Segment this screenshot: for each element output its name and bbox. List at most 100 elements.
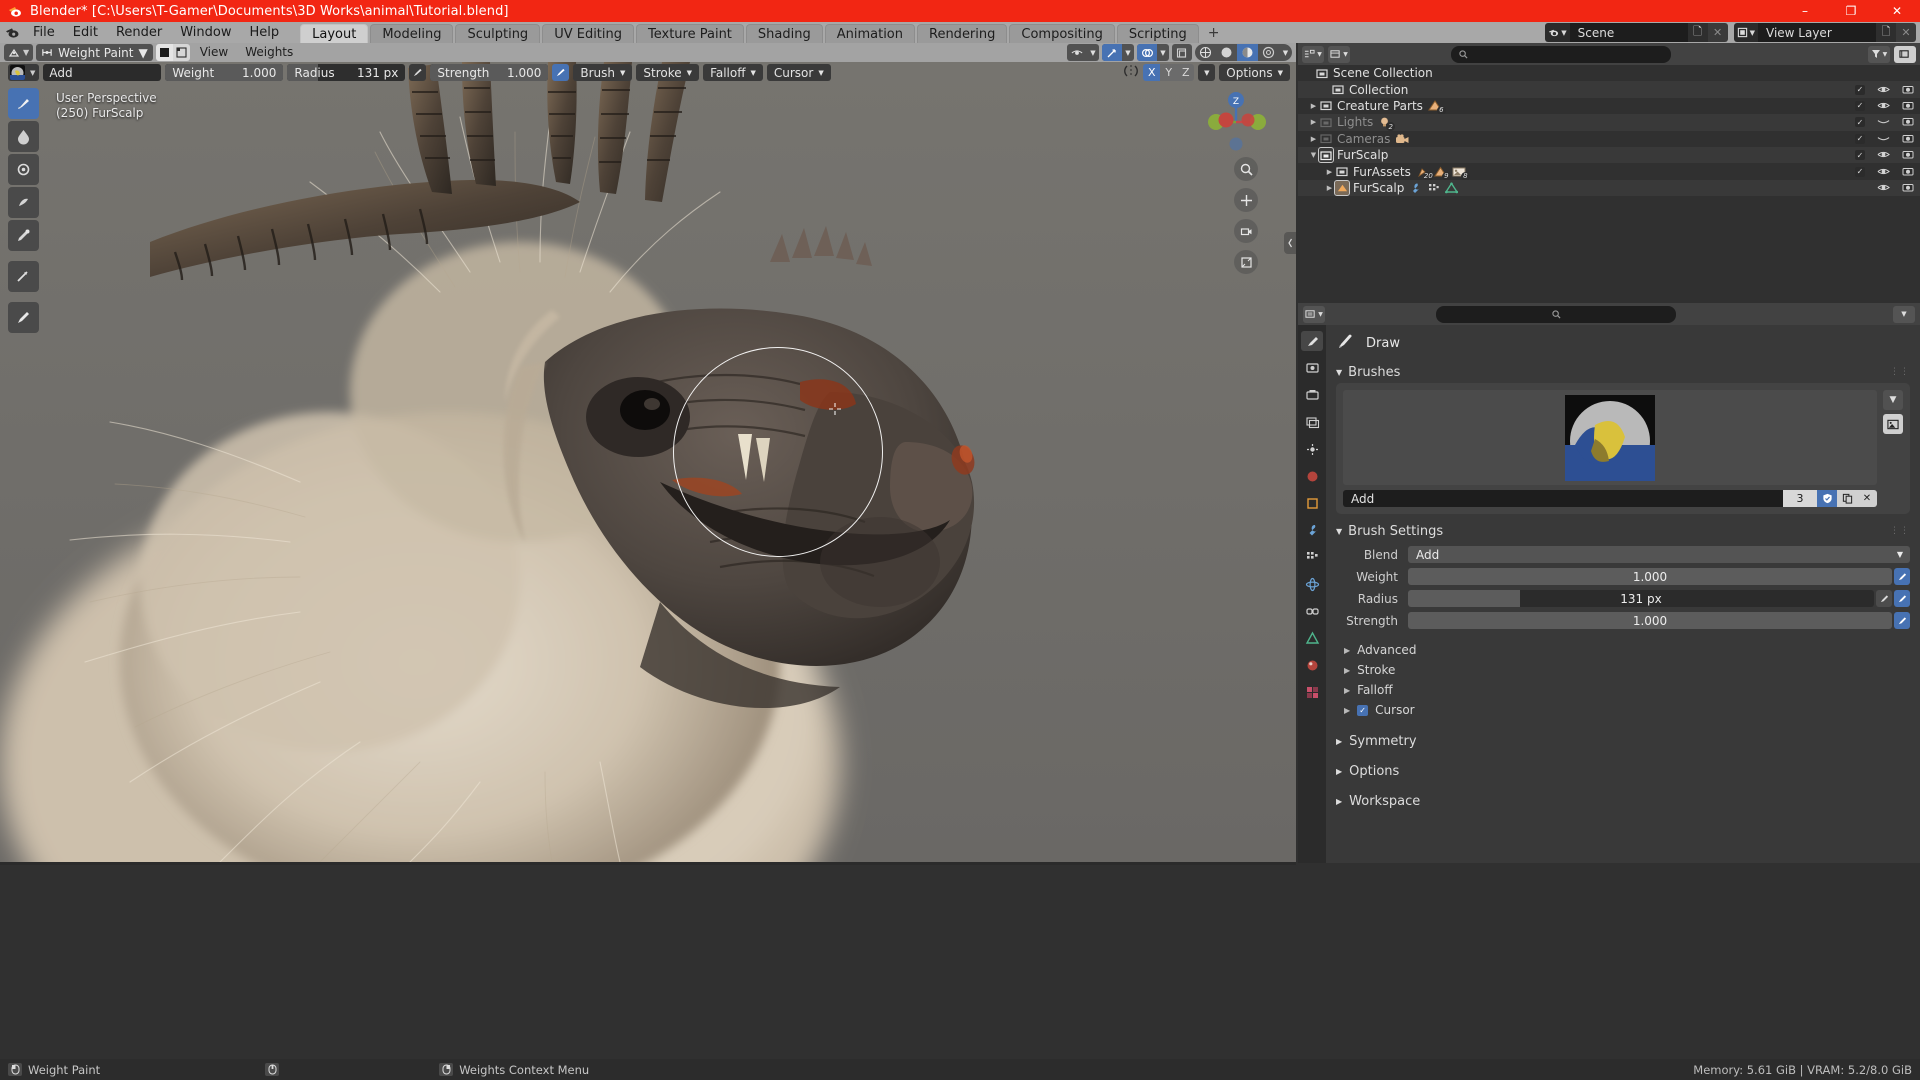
viewport-menu-weights[interactable]: Weights [238, 44, 300, 61]
symmetry-axis-z[interactable]: Z [1177, 64, 1195, 81]
disable-in-renders-icon[interactable] [1902, 132, 1914, 146]
exclude-checkbox[interactable]: ✓ [1855, 133, 1865, 144]
hide-in-viewport-icon[interactable] [1877, 99, 1890, 113]
menu-file[interactable]: File [24, 23, 64, 43]
tab-texture[interactable] [1301, 682, 1323, 702]
tab-world[interactable] [1301, 466, 1323, 486]
outliner-row-furscalp-collection[interactable]: ▼ FurScalp ✓ [1298, 146, 1920, 164]
shield-icon[interactable] [1817, 490, 1837, 507]
minimize-button[interactable]: – [1782, 0, 1828, 22]
disable-in-renders-icon[interactable] [1902, 165, 1914, 179]
tab-modeling[interactable]: Modeling [370, 24, 454, 43]
disclosure-triangle[interactable]: ▶ [1324, 184, 1335, 192]
tab-tool[interactable] [1301, 331, 1323, 351]
image-icon[interactable] [1883, 414, 1903, 434]
disclosure-triangle[interactable]: ▶ [1308, 118, 1319, 126]
hide-in-viewport-icon[interactable] [1877, 132, 1890, 146]
pan-icon[interactable] [1234, 188, 1258, 212]
panel-drag-handle[interactable]: ⋮⋮ [1890, 526, 1910, 536]
tab-scripting[interactable]: Scripting [1116, 24, 1199, 43]
new-scene-icon[interactable]: 🗋 [1687, 23, 1708, 42]
outliner-search-input[interactable] [1450, 45, 1671, 63]
close-button[interactable]: ✕ [1874, 0, 1920, 22]
unlink-scene-icon[interactable]: ✕ [1707, 23, 1728, 42]
3d-viewport[interactable]: User Perspective (250) FurScalp Z [0, 62, 1296, 862]
gradient-tool-button[interactable] [8, 261, 39, 292]
tab-view-layer[interactable] [1301, 412, 1323, 432]
weight-pressure-icon[interactable] [1894, 568, 1910, 585]
hide-in-viewport-icon[interactable] [1877, 181, 1890, 195]
properties-options-icon[interactable]: ▼ [1893, 305, 1915, 323]
cursor-menu[interactable]: Cursor ▼ [766, 64, 831, 81]
disclosure-triangle[interactable]: ▶ [1324, 168, 1335, 176]
tab-material[interactable] [1301, 655, 1323, 675]
blender-menu-icon[interactable] [0, 23, 24, 43]
remove-viewlayer-icon[interactable]: ✕ [1896, 23, 1916, 42]
tab-physics[interactable] [1301, 574, 1323, 594]
tab-constraint[interactable] [1301, 601, 1323, 621]
annotate-tool-button[interactable] [8, 302, 39, 333]
add-workspace-button[interactable]: + [1201, 24, 1227, 43]
hide-in-viewport-icon[interactable] [1877, 148, 1890, 162]
brush-name-field[interactable]: Add [1343, 490, 1783, 507]
brush-menu[interactable]: Brush ▼ [573, 64, 633, 81]
brush-name-field[interactable]: Add [43, 64, 162, 81]
draw-tool-button[interactable] [8, 88, 39, 119]
disclosure-triangle[interactable]: ▶ [1308, 135, 1319, 143]
zoom-icon[interactable] [1234, 157, 1258, 181]
blend-dropdown[interactable]: Add ▼ [1408, 546, 1910, 563]
outliner-row-scene-collection[interactable]: Scene Collection [1298, 65, 1920, 81]
outliner-row-lights[interactable]: ▶ Lights 2 ✓ [1298, 114, 1920, 132]
camera-icon[interactable] [1234, 219, 1258, 243]
strength-pressure-icon[interactable] [1894, 612, 1910, 629]
radius-slider[interactable]: 131 px [1408, 590, 1874, 607]
falloff-menu[interactable]: Falloff ▼ [703, 64, 763, 81]
weight-slider[interactable]: 1.000 [1408, 568, 1892, 585]
tab-shading[interactable]: Shading [745, 24, 823, 43]
properties-search-input[interactable] [1436, 305, 1676, 323]
sidebar-toggle[interactable] [1284, 232, 1296, 254]
outliner-row-creature-parts[interactable]: ▶ Creature Parts 6 ✓ [1298, 98, 1920, 115]
outliner-row-furassets[interactable]: ▶ FurAssets 20 9 8 ✓ [1298, 163, 1920, 181]
editor-type-selector[interactable]: ▼ [4, 44, 34, 61]
symmetry-icon[interactable] [1123, 64, 1139, 82]
tab-animation[interactable]: Animation [824, 24, 915, 43]
cursor-subpanel[interactable]: ▶ ✓ Cursor [1344, 700, 1910, 720]
view-layer-name-field[interactable]: View Layer [1758, 23, 1876, 42]
symmetry-dropdown-icon[interactable]: ▼ [1198, 64, 1216, 81]
average-tool-button[interactable] [8, 154, 39, 185]
tab-sculpting[interactable]: Sculpting [455, 24, 541, 43]
disclosure-triangle[interactable]: ▶ [1308, 102, 1319, 110]
options-panel-header[interactable]: ▶ Options [1336, 760, 1910, 782]
disable-in-renders-icon[interactable] [1902, 99, 1914, 113]
tab-particles[interactable] [1301, 547, 1323, 567]
menu-render[interactable]: Render [107, 23, 171, 43]
xray-icon[interactable] [1172, 44, 1192, 61]
exclude-checkbox[interactable]: ✓ [1855, 117, 1865, 128]
menu-window[interactable]: Window [171, 23, 240, 43]
weight-slider[interactable]: Weight 1.000 [165, 64, 284, 81]
shading-rendered-icon[interactable] [1258, 44, 1279, 61]
hide-in-viewport-icon[interactable] [1877, 115, 1890, 129]
new-viewlayer-icon[interactable]: 🗋 [1876, 23, 1896, 42]
tab-scene[interactable] [1301, 439, 1323, 459]
shading-dropdown-icon[interactable]: ▼ [1279, 44, 1292, 61]
symmetry-axis-y[interactable]: Y [1160, 64, 1178, 81]
paint-mask-vertex-icon[interactable] [155, 44, 173, 61]
workspace-panel-header[interactable]: ▶ Workspace [1336, 790, 1910, 812]
x-icon[interactable]: ✕ [1857, 490, 1877, 507]
outliner-row-furscalp-object[interactable]: ▶ FurScalp [1298, 179, 1920, 197]
outliner-display-mode-icon[interactable]: ▼ [1328, 45, 1350, 63]
viewport-menu-view[interactable]: View [193, 44, 235, 61]
shading-solid-icon[interactable] [1216, 44, 1237, 61]
hide-in-viewport-icon[interactable] [1877, 83, 1890, 97]
strength-pressure-icon[interactable] [552, 64, 570, 81]
disable-in-renders-icon[interactable] [1902, 115, 1914, 129]
shading-material-preview-icon[interactable] [1237, 44, 1258, 61]
tab-uv-editing[interactable]: UV Editing [542, 24, 635, 43]
gizmo-dropdown-icon[interactable]: ▼ [1122, 44, 1134, 61]
overlays-dropdown-icon[interactable]: ▼ [1157, 44, 1169, 61]
tab-render[interactable] [1301, 358, 1323, 378]
cursor-checkbox[interactable]: ✓ [1357, 704, 1369, 716]
gizmo-icon[interactable] [1102, 44, 1122, 61]
